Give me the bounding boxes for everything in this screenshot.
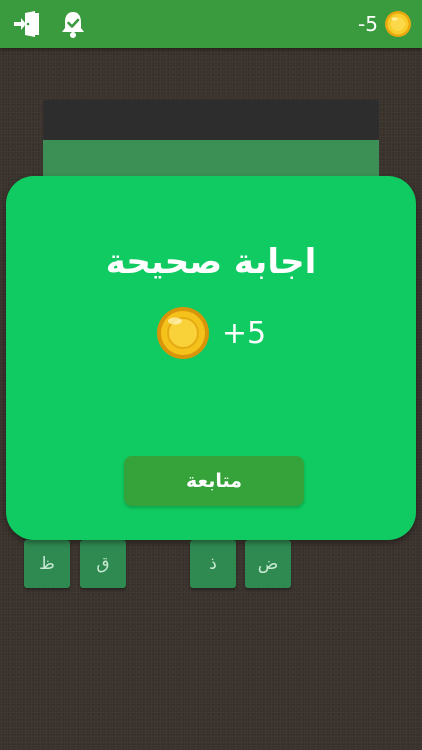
letter-tile[interactable]: ظ (24, 540, 70, 588)
continue-button[interactable]: متابعة (124, 456, 304, 506)
letter-tile[interactable]: ذ (190, 540, 236, 588)
notifications-button[interactable] (58, 9, 88, 39)
dialog-title: اجابة صحيحة (105, 242, 317, 282)
correct-answer-dialog: اجابة صحيحة +5 متابعة (6, 176, 416, 540)
bell-check-icon (62, 12, 84, 38)
letter-tile[interactable]: ض (245, 540, 291, 588)
exit-door-icon (14, 11, 39, 37)
coins-value: -5 (358, 12, 378, 36)
top-bar: -5 (0, 0, 422, 48)
exit-button[interactable] (12, 10, 42, 38)
coins-counter: -5 (358, 9, 412, 39)
reward-row: +5 (6, 306, 416, 360)
reward-value: +5 (221, 315, 267, 351)
coin-icon (385, 11, 411, 37)
answer-slot-bar (43, 100, 379, 140)
coin-icon (156, 307, 209, 359)
letter-tile[interactable]: ق (80, 540, 126, 588)
